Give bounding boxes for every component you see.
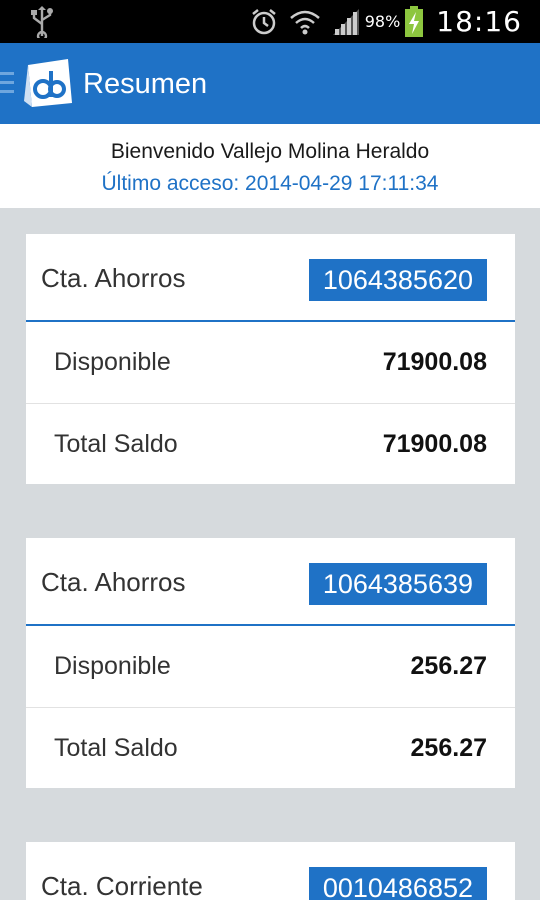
account-type: Cta. Corriente <box>41 871 203 900</box>
account-card-header: Cta. Ahorros 1064385639 <box>26 538 515 626</box>
app-logo[interactable] <box>22 57 74 109</box>
battery-charging-icon <box>404 5 424 38</box>
last-access-text: Último acceso: 2014-04-29 17:11:34 <box>101 172 439 195</box>
row-value: 71900.08 <box>382 348 487 376</box>
row-label: Disponible <box>54 652 171 680</box>
account-card[interactable]: Cta. Ahorros 1064385620 Disponible 71900… <box>26 234 515 484</box>
usb-icon <box>31 6 53 38</box>
row-value: 256.27 <box>410 652 487 680</box>
drawer-menu-icon[interactable] <box>0 72 14 99</box>
row-value: 256.27 <box>410 734 487 762</box>
account-type: Cta. Ahorros <box>41 263 186 293</box>
balance-row-total: Total Saldo 256.27 <box>26 707 515 788</box>
alarm-icon <box>249 7 279 37</box>
welcome-greeting: Bienvenido Vallejo Molina Heraldo <box>110 140 430 163</box>
row-label: Disponible <box>54 348 171 376</box>
account-type: Cta. Ahorros <box>41 567 186 597</box>
wifi-icon <box>289 8 321 36</box>
account-card[interactable]: Cta. Ahorros 1064385639 Disponible 256.2… <box>26 538 515 788</box>
action-bar: Resumen <box>0 43 540 124</box>
row-value: 71900.08 <box>382 430 487 458</box>
welcome-header: Bienvenido Vallejo Molina Heraldo Último… <box>0 124 540 208</box>
account-number-badge[interactable]: 1064385639 <box>308 563 487 605</box>
account-number-badge[interactable]: 1064385620 <box>308 259 487 301</box>
screen-title: Resumen <box>83 68 208 100</box>
row-label: Total Saldo <box>54 430 178 458</box>
balance-row-total: Total Saldo 71900.08 <box>26 403 515 484</box>
account-card[interactable]: Cta. Corriente 0010486852 <box>26 842 515 900</box>
balance-row-available: Disponible 256.27 <box>26 626 515 707</box>
battery-percent: 98% <box>364 12 401 31</box>
row-label: Total Saldo <box>54 734 178 762</box>
signal-icon <box>331 7 361 37</box>
balance-row-available: Disponible 71900.08 <box>26 322 515 403</box>
status-bar: 98% 18:16 <box>0 0 540 43</box>
clock: 18:16 <box>436 5 522 38</box>
account-card-header: Cta. Ahorros 1064385620 <box>26 234 515 322</box>
account-card-header: Cta. Corriente 0010486852 <box>26 842 515 900</box>
account-number-badge[interactable]: 0010486852 <box>308 867 487 900</box>
